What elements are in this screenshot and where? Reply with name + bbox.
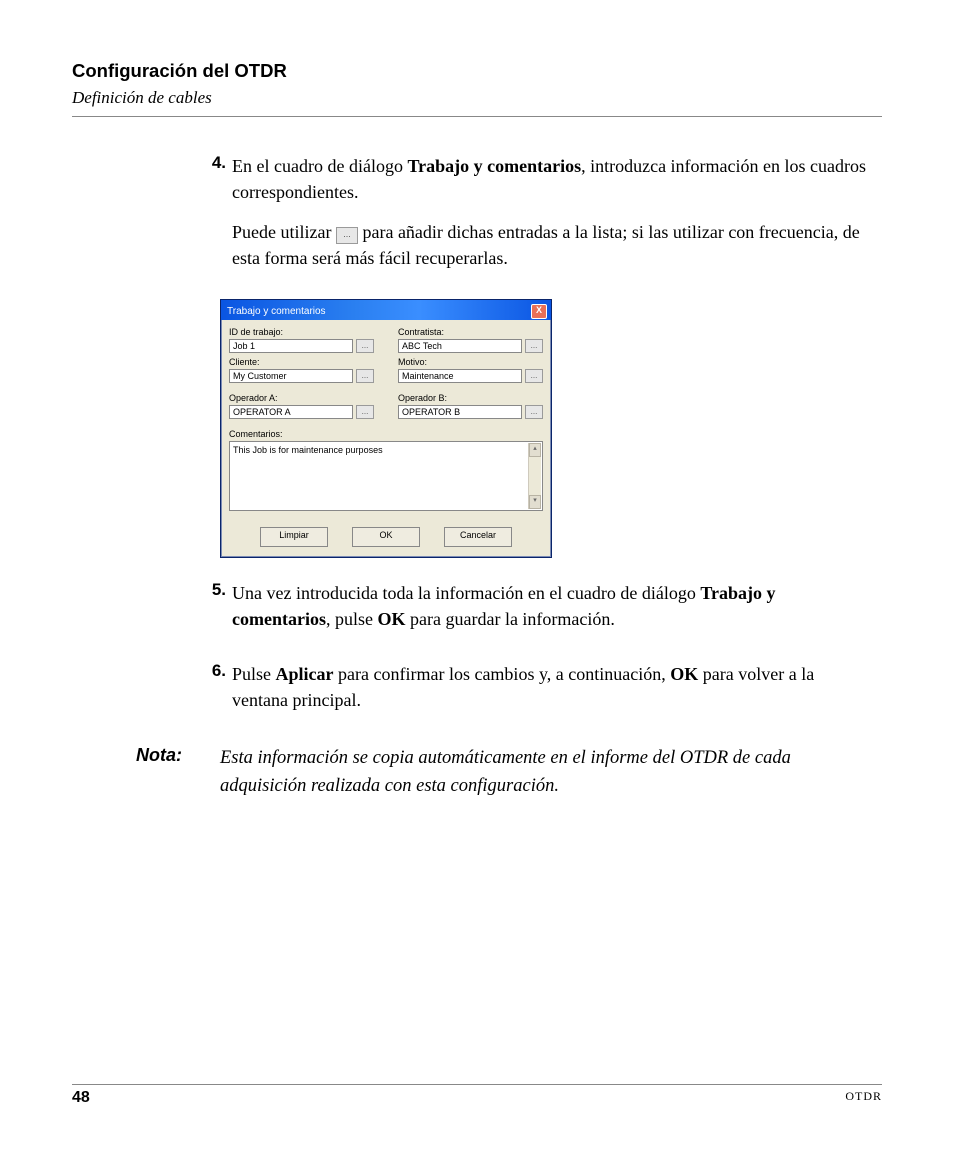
operator-b-picker-button[interactable]: ... bbox=[525, 405, 543, 419]
jobid-label: ID de trabajo: bbox=[229, 327, 374, 337]
step-number: 5. bbox=[192, 580, 232, 600]
operator-a-input[interactable]: OPERATOR A bbox=[229, 405, 353, 419]
contractor-input[interactable]: ABC Tech bbox=[398, 339, 522, 353]
operator-b-input[interactable]: OPERATOR B bbox=[398, 405, 522, 419]
client-label: Cliente: bbox=[229, 357, 374, 367]
note-text: Esta información se copia automáticament… bbox=[220, 745, 872, 801]
step-body: En el cuadro de diálogo Trabajo y coment… bbox=[232, 153, 872, 285]
operator-a-label: Operador A: bbox=[229, 393, 374, 403]
cancel-button[interactable]: Cancelar bbox=[444, 527, 512, 547]
scroll-down-icon[interactable]: ▾ bbox=[529, 495, 541, 509]
operator-a-picker-button[interactable]: ... bbox=[356, 405, 374, 419]
job-comments-dialog: Trabajo y comentarios X ID de trabajo: J… bbox=[220, 299, 552, 558]
step-4-paragraph-2: Puede utilizar ... para añadir dichas en… bbox=[232, 219, 872, 271]
reason-label: Motivo: bbox=[398, 357, 543, 367]
dialog-body: ID de trabajo: Job 1 ... Contratista: AB… bbox=[221, 320, 551, 557]
dialog-title: Trabajo y comentarios bbox=[227, 306, 326, 317]
step-6: 6. Pulse Aplicar para confirmar los camb… bbox=[192, 661, 872, 727]
section-subtitle: Definición de cables bbox=[72, 88, 882, 117]
page-footer: 48 OTDR bbox=[72, 1084, 882, 1107]
ellipsis-icon: ... bbox=[336, 227, 358, 244]
product-name: OTDR bbox=[845, 1089, 882, 1107]
scrollbar[interactable]: ▴ ▾ bbox=[528, 443, 541, 509]
comments-label: Comentarios: bbox=[229, 429, 543, 439]
step-6-paragraph: Pulse Aplicar para confirmar los cambios… bbox=[232, 661, 872, 713]
step-4: 4. En el cuadro de diálogo Trabajo y com… bbox=[192, 153, 872, 285]
step-5: 5. Una vez introducida toda la informaci… bbox=[192, 580, 872, 646]
step-body: Una vez introducida toda la información … bbox=[232, 580, 872, 646]
close-icon[interactable]: X bbox=[531, 304, 547, 319]
reason-input[interactable]: Maintenance bbox=[398, 369, 522, 383]
client-input[interactable]: My Customer bbox=[229, 369, 353, 383]
step-number: 6. bbox=[192, 661, 232, 681]
jobid-input[interactable]: Job 1 bbox=[229, 339, 353, 353]
client-picker-button[interactable]: ... bbox=[356, 369, 374, 383]
contractor-picker-button[interactable]: ... bbox=[525, 339, 543, 353]
ok-button[interactable]: OK bbox=[352, 527, 420, 547]
dialog-screenshot: Trabajo y comentarios X ID de trabajo: J… bbox=[220, 299, 882, 558]
clear-button[interactable]: Limpiar bbox=[260, 527, 328, 547]
page-number: 48 bbox=[72, 1089, 90, 1107]
step-number: 4. bbox=[192, 153, 232, 173]
steps-list: 4. En el cuadro de diálogo Trabajo y com… bbox=[192, 153, 872, 285]
note-block: Nota: Esta información se copia automáti… bbox=[136, 745, 872, 801]
step-body: Pulse Aplicar para confirmar los cambios… bbox=[232, 661, 872, 727]
note-label: Nota: bbox=[136, 745, 220, 766]
scroll-up-icon[interactable]: ▴ bbox=[529, 443, 541, 457]
reason-picker-button[interactable]: ... bbox=[525, 369, 543, 383]
section-title: Configuración del OTDR bbox=[72, 60, 882, 82]
dialog-titlebar: Trabajo y comentarios X bbox=[221, 300, 551, 320]
step-5-paragraph: Una vez introducida toda la información … bbox=[232, 580, 872, 632]
page-header: Configuración del OTDR Definición de cab… bbox=[72, 60, 882, 117]
dialog-buttons: Limpiar OK Cancelar bbox=[229, 527, 543, 549]
step-4-paragraph-1: En el cuadro de diálogo Trabajo y coment… bbox=[232, 153, 872, 205]
contractor-label: Contratista: bbox=[398, 327, 543, 337]
comments-area: This Job is for maintenance purposes ▴ ▾ bbox=[229, 441, 543, 511]
jobid-picker-button[interactable]: ... bbox=[356, 339, 374, 353]
operator-b-label: Operador B: bbox=[398, 393, 543, 403]
comments-textarea[interactable]: This Job is for maintenance purposes ▴ ▾ bbox=[229, 441, 543, 511]
steps-list-2: 5. Una vez introducida toda la informaci… bbox=[192, 580, 872, 726]
